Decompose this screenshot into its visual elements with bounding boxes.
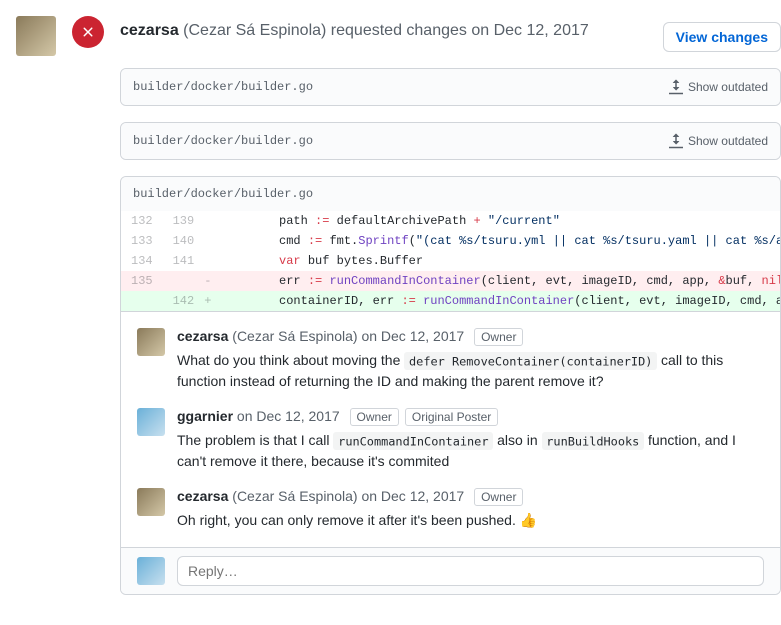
line-num-new: 142 [163,291,205,311]
comment-item: cezarsa (Cezar Sá Espinola) on Dec 12, 2… [137,320,764,400]
review-header: cezarsa (Cezar Sá Espinola) requested ch… [120,16,781,52]
author-badge: Owner [474,488,523,506]
reply-row [121,547,780,594]
diff-marker [204,251,211,271]
comment-author-display: (Cezar Sá Espinola) [232,328,357,344]
comment-item: cezarsa (Cezar Sá Espinola) on Dec 12, 2… [137,480,764,539]
show-outdated-label: Show outdated [688,134,768,148]
show-outdated-label: Show outdated [688,80,768,94]
author-badge: Original Poster [405,408,498,426]
comment-body: Oh right, you can only remove it after i… [177,510,764,531]
code-content: containerID, err := runCommandInContaine… [211,291,781,311]
diff-line: 133 140 cmd := fmt.Sprintf("(cat %s/tsur… [121,231,781,251]
code-content: var buf bytes.Buffer [211,251,781,271]
reviewer-username[interactable]: cezarsa [120,22,179,39]
comment-avatar[interactable] [137,488,165,516]
file-header: builder/docker/builder.go Show outdated [121,123,780,159]
code-diff-table: 132 139 path := defaultArchivePath + "/c… [121,211,781,311]
review-container: cezarsa (Cezar Sá Espinola) requested ch… [0,0,781,595]
comment-author[interactable]: cezarsa [177,488,228,504]
comment-item: ggarnier on Dec 12, 2017 Owner Original P… [137,400,764,480]
diff-marker [204,211,211,231]
line-num-old: 132 [121,211,163,231]
code-content: path := defaultArchivePath + "/current" [211,211,781,231]
line-num-new: 141 [163,251,205,271]
reviewer-avatar[interactable] [16,16,56,56]
line-num-new: 140 [163,231,205,251]
comment-author[interactable]: cezarsa [177,328,228,344]
changes-requested-icon [72,16,104,48]
diff-line: 142 + containerID, err := runCommandInCo… [121,291,781,311]
review-status [72,16,104,595]
comment-body: The problem is that I call runCommandInC… [177,430,764,472]
review-action-text: requested changes on Dec 12, 2017 [331,22,589,39]
line-num-new [163,271,205,291]
outdated-file-box: builder/docker/builder.go Show outdated [120,122,781,160]
view-changes-button[interactable]: View changes [663,22,781,52]
diff-line: 135 - err := runCommandInContainer(clien… [121,271,781,291]
comment-author[interactable]: ggarnier [177,408,233,424]
inline-comments: cezarsa (Cezar Sá Espinola) on Dec 12, 2… [121,311,780,547]
comment-meta: cezarsa (Cezar Sá Espinola) on Dec 12, 2… [177,488,764,506]
outdated-file-box: builder/docker/builder.go Show outdated [120,68,781,106]
line-num-old [121,291,163,311]
unfold-icon [668,79,684,95]
author-badge: Owner [474,328,523,346]
diff-marker: + [204,291,211,311]
show-outdated-toggle[interactable]: Show outdated [668,79,768,95]
current-user-avatar[interactable] [137,557,165,585]
reply-input[interactable] [177,556,764,586]
unfold-icon [668,133,684,149]
diff-box: builder/docker/builder.go 132 139 path :… [120,176,781,595]
line-num-old: 133 [121,231,163,251]
reviewer-display-name: (Cezar Sá Espinola) [183,22,326,39]
show-outdated-toggle[interactable]: Show outdated [668,133,768,149]
author-badge: Owner [350,408,399,426]
line-num-old: 134 [121,251,163,271]
comment-author-display: (Cezar Sá Espinola) [232,488,357,504]
comment-timestamp: on Dec 12, 2017 [361,328,464,344]
file-header: builder/docker/builder.go Show outdated [121,69,780,105]
diff-marker [204,231,211,251]
comment-timestamp: on Dec 12, 2017 [361,488,464,504]
diff-line: 132 139 path := defaultArchivePath + "/c… [121,211,781,231]
file-path: builder/docker/builder.go [133,80,313,94]
comment-avatar[interactable] [137,408,165,436]
comment-meta: ggarnier on Dec 12, 2017 Owner Original P… [177,408,764,426]
diff-marker: - [204,271,211,291]
code-content: cmd := fmt.Sprintf("(cat %s/tsuru.yml ||… [211,231,781,251]
comment-meta: cezarsa (Cezar Sá Espinola) on Dec 12, 2… [177,328,764,346]
diff-file-header: builder/docker/builder.go [121,177,780,211]
line-num-old: 135 [121,271,163,291]
code-content: err := runCommandInContainer(client, evt… [211,271,781,291]
diff-file-path: builder/docker/builder.go [133,187,313,201]
line-num-new: 139 [163,211,205,231]
comment-body: What do you think about moving the defer… [177,350,764,392]
comment-timestamp: on Dec 12, 2017 [237,408,340,424]
comment-avatar[interactable] [137,328,165,356]
diff-line: 134 141 var buf bytes.Buffer [121,251,781,271]
file-path: builder/docker/builder.go [133,134,313,148]
